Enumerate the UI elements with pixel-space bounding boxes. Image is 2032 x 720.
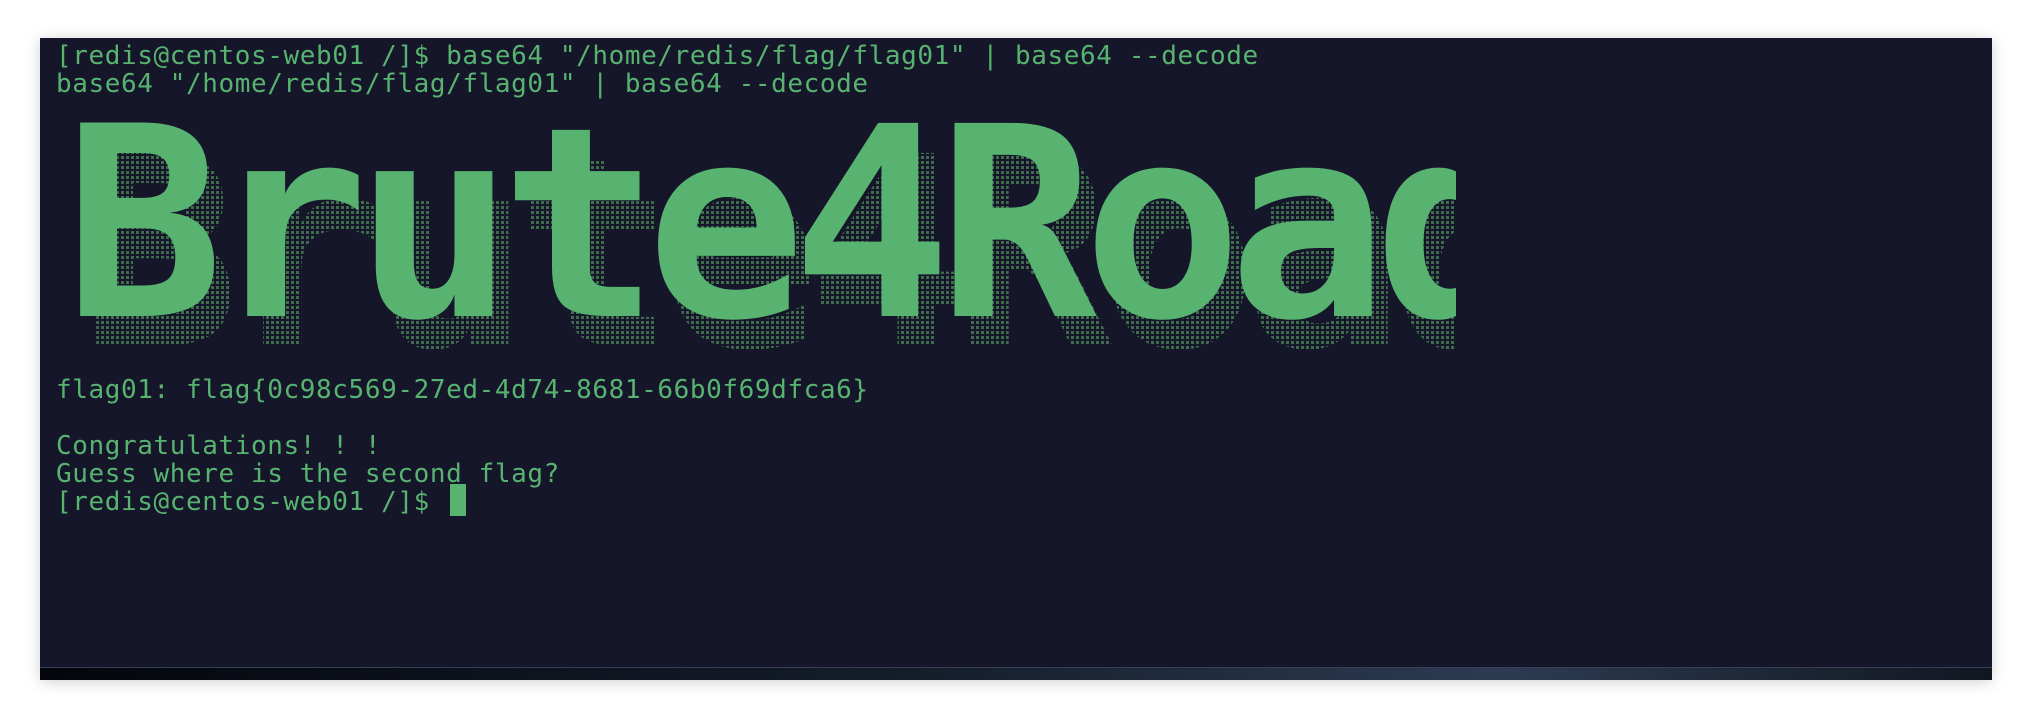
cursor-block: [450, 484, 467, 516]
ascii-art-banner: Brute4Road Brute4Road: [56, 71, 1549, 409]
banner-text: Brute4Road: [64, 106, 1456, 379]
bottom-edge-strip: [40, 667, 1992, 680]
command-echo-line: base64 "/home/redis/flag/flag01" | base6…: [56, 69, 869, 99]
terminal-window[interactable]: [redis@centos-web01 /]$ base64 "/home/re…: [40, 38, 1992, 680]
prompt-line[interactable]: [redis@centos-web01 /]$: [56, 484, 467, 520]
flag-output-line: flag01: flag{0c98c569-27ed-4d74-8681-66b…: [56, 375, 869, 405]
prompt-text: [redis@centos-web01 /]$: [56, 487, 447, 517]
